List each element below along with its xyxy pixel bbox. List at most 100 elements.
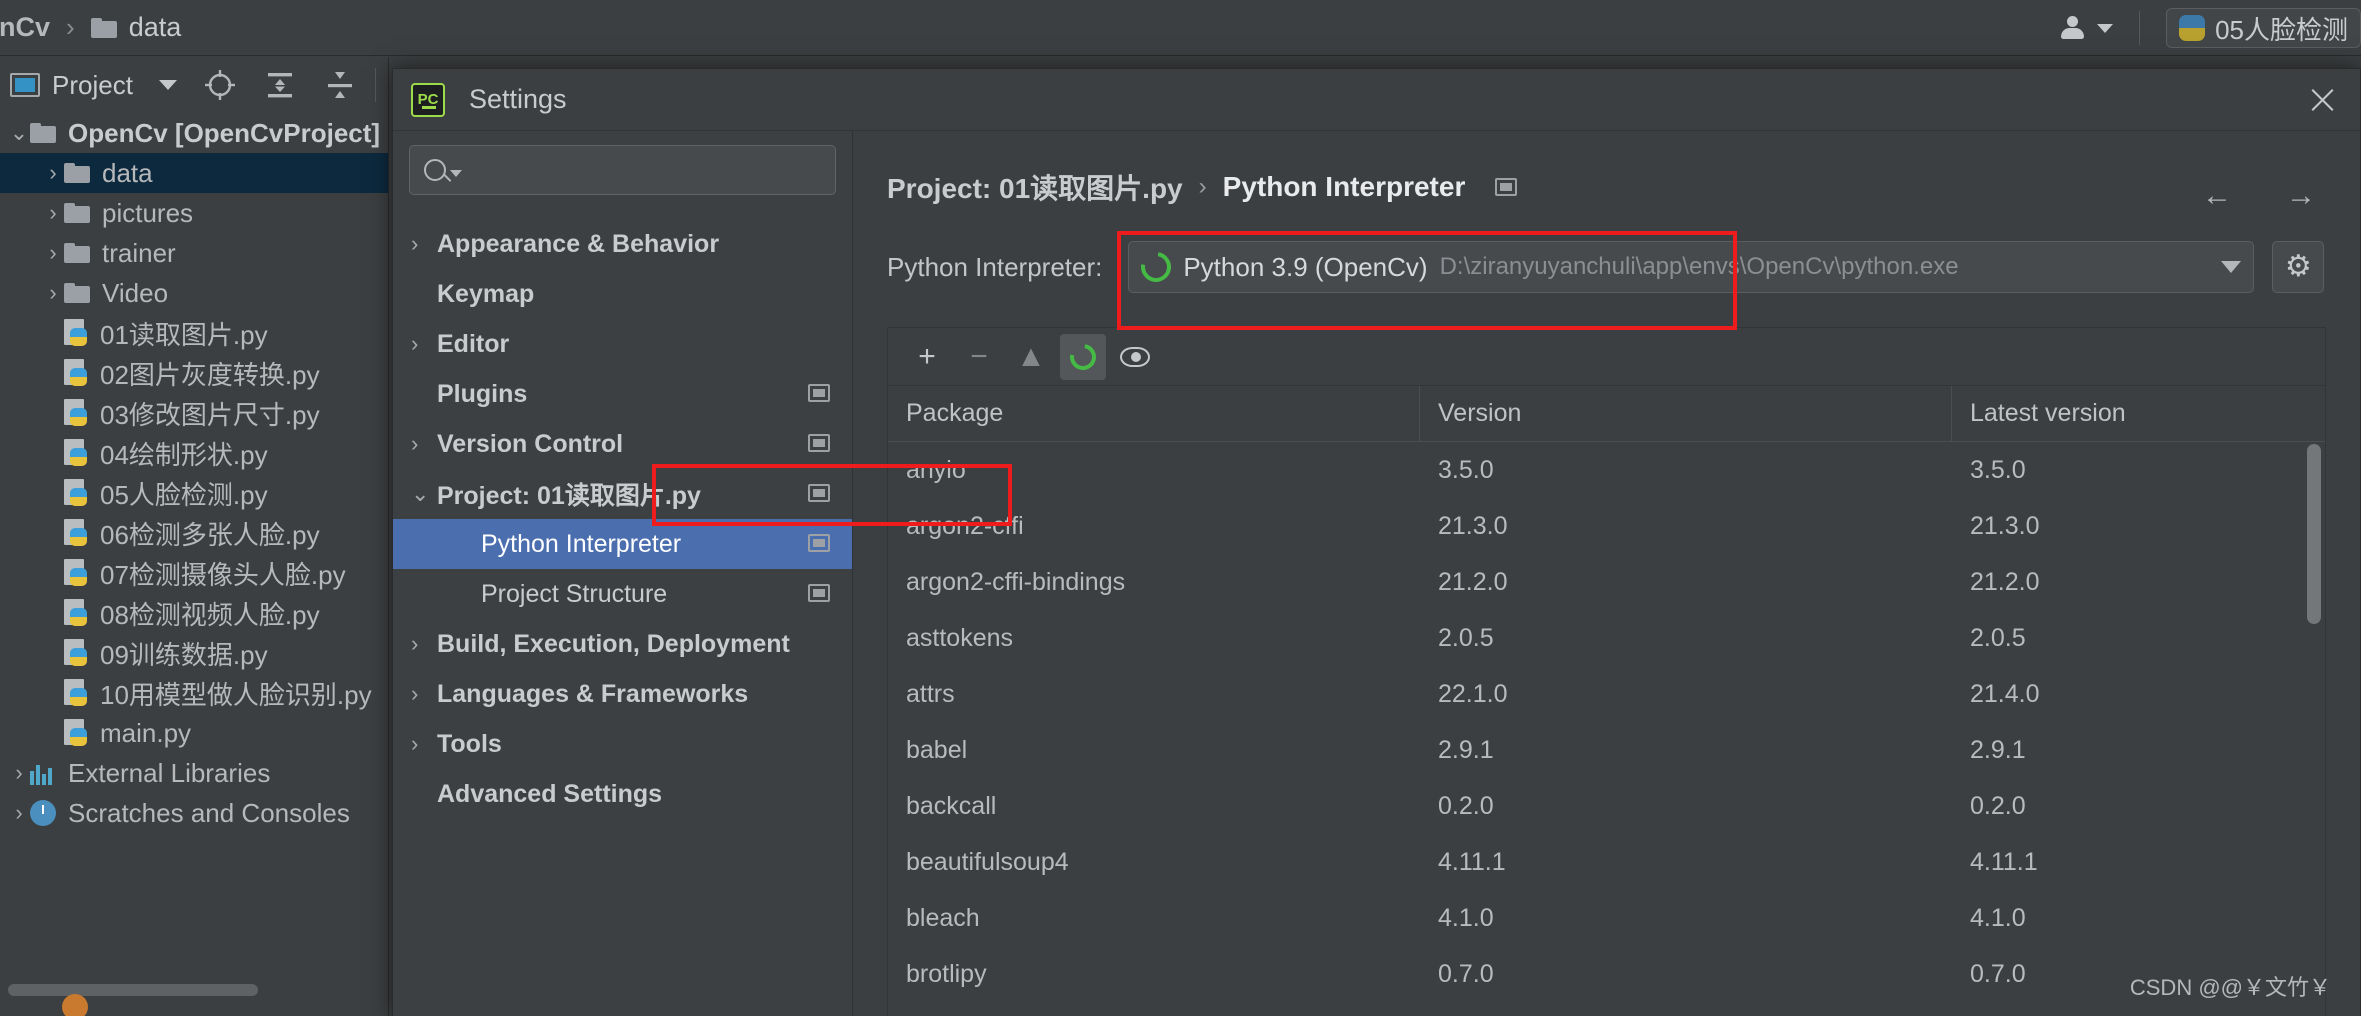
settings-tree-item[interactable]: › Python Interpreter xyxy=(393,519,852,569)
tree-row[interactable]: › External Libraries xyxy=(0,753,388,793)
settings-tree-item[interactable]: › Project Structure xyxy=(393,569,852,619)
chevron-right-icon[interactable]: › xyxy=(42,200,64,226)
tree-row[interactable]: › 05人脸检测.py xyxy=(0,473,388,513)
tree-row[interactable]: › 02图片灰度转换.py xyxy=(0,353,388,393)
chevron-right-icon[interactable]: › xyxy=(42,160,64,186)
chevron-down-icon[interactable] xyxy=(158,80,177,90)
user-icon[interactable] xyxy=(2059,16,2085,40)
tree-row[interactable]: › trainer xyxy=(0,233,388,273)
chevron-down-icon[interactable]: ⌄ xyxy=(411,481,437,507)
table-row[interactable]: beautifulsoup4 4.11.1 4.11.1 xyxy=(888,834,2325,890)
chevron-right-icon[interactable]: › xyxy=(411,581,437,607)
chevron-right-icon[interactable]: › xyxy=(8,800,30,826)
conda-refresh-button[interactable] xyxy=(1060,333,1106,380)
show-early-releases-button[interactable] xyxy=(1112,334,1158,380)
table-row[interactable]: backcall 0.2.0 0.2.0 xyxy=(888,778,2325,834)
tree-row[interactable]: › 09训练数据.py xyxy=(0,633,388,673)
upgrade-package-button[interactable]: ▲ xyxy=(1008,334,1054,380)
chevron-down-icon[interactable] xyxy=(450,169,462,177)
search-input[interactable] xyxy=(472,157,821,183)
column-header-latest-version[interactable]: Latest version xyxy=(1952,386,2325,441)
chevron-right-icon[interactable]: › xyxy=(42,280,64,306)
tree-row[interactable]: › 07检测摄像头人脸.py xyxy=(0,553,388,593)
run-configuration-selector[interactable]: 05人脸检测 xyxy=(2166,8,2361,48)
interpreter-settings-button[interactable]: ⚙ xyxy=(2272,241,2325,293)
breadcrumb-current[interactable]: data xyxy=(129,12,182,43)
tree-row[interactable]: ⌄ OpenCv [OpenCvProject] D xyxy=(0,113,388,153)
chevron-down-icon[interactable]: ⌄ xyxy=(8,120,30,146)
chevron-right-icon[interactable]: › xyxy=(411,731,437,757)
project-panel-title[interactable]: Project xyxy=(52,70,133,101)
remove-package-button[interactable]: − xyxy=(956,334,1002,380)
settings-tree-item[interactable]: ⌄ Project: 01读取图片.py xyxy=(393,469,852,519)
column-header-package[interactable]: Package xyxy=(888,386,1420,441)
column-header-version[interactable]: Version xyxy=(1420,386,1952,441)
table-row[interactable]: bleach 4.1.0 4.1.0 xyxy=(888,890,2325,946)
add-package-button[interactable]: + xyxy=(904,334,950,380)
breadcrumb-parent[interactable]: Project: 01读取图片.py xyxy=(887,167,1183,207)
settings-tree-item[interactable]: › Appearance & Behavior xyxy=(393,219,852,269)
tree-row[interactable]: › 04绘制形状.py xyxy=(0,433,388,473)
collapse-all-icon[interactable] xyxy=(323,68,357,102)
locate-target-icon[interactable] xyxy=(203,68,237,102)
chevron-right-icon[interactable]: › xyxy=(411,531,437,557)
tree-row[interactable]: › 03修改图片尺寸.py xyxy=(0,393,388,433)
settings-tree-item[interactable]: › Languages & Frameworks xyxy=(393,669,852,719)
settings-tree-item[interactable]: › Tools xyxy=(393,719,852,769)
horizontal-scrollbar[interactable] xyxy=(8,984,258,996)
chevron-right-icon[interactable]: › xyxy=(8,760,30,786)
chevron-right-icon[interactable]: › xyxy=(42,480,64,506)
expand-all-icon[interactable] xyxy=(263,68,297,102)
chevron-right-icon[interactable]: › xyxy=(42,520,64,546)
settings-tree-item[interactable]: › Version Control xyxy=(393,419,852,469)
table-row[interactable]: argon2-cffi-bindings 21.2.0 21.2.0 xyxy=(888,554,2325,610)
chevron-right-icon[interactable]: › xyxy=(42,320,64,346)
tree-row[interactable]: › 01读取图片.py xyxy=(0,313,388,353)
chevron-right-icon[interactable]: › xyxy=(42,720,64,746)
chevron-right-icon[interactable]: › xyxy=(42,440,64,466)
table-row[interactable]: attrs 22.1.0 21.4.0 xyxy=(888,666,2325,722)
settings-search-box[interactable] xyxy=(409,145,836,195)
tree-row[interactable]: › Scratches and Consoles xyxy=(0,793,388,833)
tree-row[interactable]: › 06检测多张人脸.py xyxy=(0,513,388,553)
table-row[interactable]: babel 2.9.1 2.9.1 xyxy=(888,722,2325,778)
settings-tree[interactable]: ›Appearance & Behavior›Keymap›Editor›Plu… xyxy=(393,205,852,819)
settings-tree-item[interactable]: › Editor xyxy=(393,319,852,369)
chevron-right-icon[interactable]: › xyxy=(411,281,437,307)
close-icon[interactable] xyxy=(2302,80,2342,120)
tree-row[interactable]: › data xyxy=(0,153,388,193)
vertical-scrollbar[interactable] xyxy=(2307,444,2321,624)
chevron-right-icon[interactable]: › xyxy=(42,600,64,626)
breadcrumb-project[interactable]: enCv xyxy=(0,12,50,43)
chevron-right-icon[interactable]: › xyxy=(42,680,64,706)
chevron-right-icon[interactable]: › xyxy=(42,400,64,426)
chevron-right-icon[interactable]: › xyxy=(42,560,64,586)
chevron-right-icon[interactable]: › xyxy=(411,331,437,357)
chevron-right-icon[interactable]: › xyxy=(42,360,64,386)
package-table[interactable]: Package Version Latest version anyio 3.5.… xyxy=(887,385,2326,1016)
chevron-right-icon[interactable]: › xyxy=(42,240,64,266)
table-row[interactable]: argon2-cffi 21.3.0 21.3.0 xyxy=(888,498,2325,554)
settings-tree-item[interactable]: › Build, Execution, Deployment xyxy=(393,619,852,669)
chevron-right-icon[interactable]: › xyxy=(411,381,437,407)
settings-tree-item[interactable]: ›Plugins xyxy=(393,369,852,419)
table-row[interactable]: brotlipy 0.7.0 0.7.0 xyxy=(888,946,2325,1002)
tree-row[interactable]: › Video xyxy=(0,273,388,313)
chevron-right-icon[interactable]: › xyxy=(411,681,437,707)
tree-row[interactable]: › 10用模型做人脸识别.py xyxy=(0,673,388,713)
table-row[interactable]: anyio 3.5.0 3.5.0 xyxy=(888,442,2325,498)
chevron-right-icon[interactable]: › xyxy=(411,431,437,457)
chevron-down-icon[interactable] xyxy=(2221,261,2242,273)
interpreter-dropdown[interactable]: Python 3.9 (OpenCv) D:\ziranyuyanchuli\a… xyxy=(1128,241,2255,293)
chevron-right-icon[interactable]: › xyxy=(411,781,437,807)
tree-row[interactable]: › main.py xyxy=(0,713,388,753)
tree-row[interactable]: › pictures xyxy=(0,193,388,233)
chevron-down-icon[interactable] xyxy=(2097,23,2114,33)
chevron-right-icon[interactable]: › xyxy=(411,631,437,657)
settings-tree-item[interactable]: ›Advanced Settings xyxy=(393,769,852,819)
chevron-right-icon[interactable]: › xyxy=(42,640,64,666)
tree-row[interactable]: › 08检测视频人脸.py xyxy=(0,593,388,633)
table-row[interactable]: ca-certificates2022.10.112022.10.11 xyxy=(888,1002,2325,1016)
table-row[interactable]: asttokens 2.0.5 2.0.5 xyxy=(888,610,2325,666)
panel-divider[interactable] xyxy=(388,57,389,1016)
